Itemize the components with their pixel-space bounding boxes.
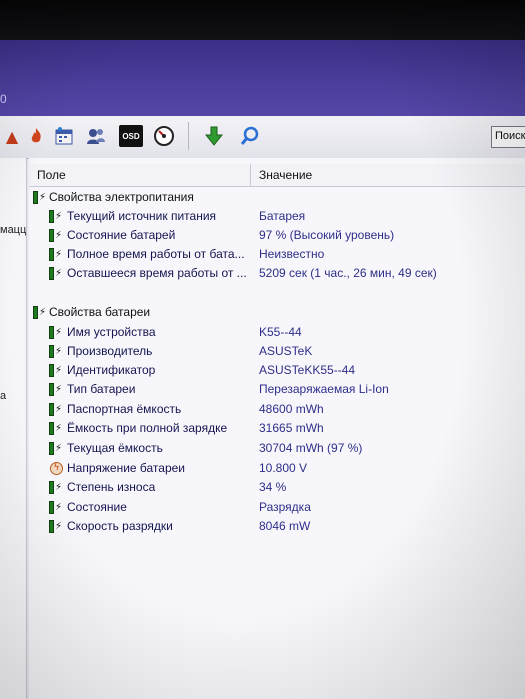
search-button[interactable]: Поиск: [491, 126, 525, 148]
nav-item-partial-2[interactable]: а: [0, 390, 6, 402]
field-label: Оставшееся время работы от ...: [67, 266, 247, 280]
list-item[interactable]: ⚡ Ёмкость при полной зарядке 31665 mWh: [29, 419, 525, 438]
list-item[interactable]: ⚡ Оставшееся время работы от ... 5209 се…: [29, 264, 525, 283]
battery-icon: ⚡: [49, 382, 63, 397]
field-label: Состояние: [67, 500, 127, 514]
field-value: 30704 mWh (97 %): [259, 441, 363, 455]
battery-icon: ⚡: [49, 325, 63, 340]
field-value: 8046 mW: [259, 519, 311, 533]
field-value: Разрядка: [259, 500, 311, 514]
fire-icon[interactable]: ▲: [0, 124, 24, 148]
battery-icon: ⚡: [49, 441, 63, 456]
battery-icon: ⚡: [33, 305, 47, 320]
list-item[interactable]: ⚡ Тип батареи Перезаряжаемая Li-Ion: [29, 380, 525, 399]
field-value: Перезаряжаемая Li-Ion: [259, 382, 389, 396]
field-value: 48600 mWh: [259, 402, 324, 416]
field-label: Текущая ёмкость: [67, 441, 163, 455]
field-label: Состояние батарей: [67, 228, 176, 242]
users-icon[interactable]: [84, 124, 108, 148]
list-item[interactable]: ⚡ Состояние батарей 97 % (Высокий уровен…: [29, 226, 525, 245]
field-label: Идентификатор: [67, 363, 156, 377]
list-header: Поле Значение: [29, 164, 525, 187]
list-item[interactable]: ⚡ Идентификатор ASUSTeKK55--44: [29, 361, 525, 380]
field-value: K55--44: [259, 325, 302, 339]
field-label: Тип батареи: [67, 382, 136, 396]
monitor-bezel: [0, 0, 525, 42]
column-divider[interactable]: [250, 164, 251, 186]
calendar-icon[interactable]: [52, 124, 76, 148]
field-label: Текущий источник питания: [67, 209, 217, 223]
osd-icon[interactable]: OSD: [119, 125, 143, 147]
column-header-value[interactable]: Значение: [259, 168, 312, 182]
battery-icon: ⚡: [49, 421, 63, 436]
field-label: Имя устройства: [67, 325, 156, 339]
field-value: 10.800 V: [259, 461, 308, 475]
field-value: ASUSTeK: [259, 344, 313, 358]
battery-icon: ⚡: [49, 266, 63, 281]
field-value: Батарея: [259, 209, 306, 223]
column-header-field[interactable]: Поле: [37, 168, 66, 182]
list-item[interactable]: ⚡ Текущий источник питания Батарея: [29, 207, 525, 226]
properties-list[interactable]: Поле Значение ⚡ Свойства электропитания …: [29, 158, 525, 699]
gauge-icon[interactable]: [152, 124, 176, 148]
title-text: 0: [0, 92, 7, 106]
list-item[interactable]: ⚡ Скорость разрядки 8046 mW: [29, 517, 525, 536]
toolbar-separator: [188, 122, 189, 150]
battery-icon: ⚡: [49, 247, 63, 262]
field-label: Скорость разрядки: [67, 519, 173, 533]
list-item[interactable]: ϟ Напряжение батареи 10.800 V: [29, 459, 525, 478]
battery-icon: ⚡: [49, 344, 63, 359]
field-label: Паспортная ёмкость: [67, 402, 182, 416]
group-title: Свойства батареи: [49, 305, 151, 319]
screen: 0 ▲ OSD Поиск мацц а Поле Значение ⚡ Сво…: [0, 40, 525, 699]
search-icon[interactable]: [238, 124, 262, 148]
voltage-icon: ϟ: [50, 462, 63, 475]
group-title: Свойства электропитания: [49, 190, 194, 204]
group-row-power-properties[interactable]: ⚡ Свойства электропитания: [29, 188, 525, 207]
list-item[interactable]: ⚡ Полное время работы от бата... Неизвес…: [29, 245, 525, 264]
field-value: ASUSTeKK55--44: [259, 363, 356, 377]
toolbar: ▲ OSD Поиск: [0, 116, 525, 159]
list-item[interactable]: ⚡ Состояние Разрядка: [29, 498, 525, 517]
field-label: Степень износа: [67, 480, 156, 494]
field-label: Напряжение батареи: [67, 461, 186, 475]
field-label: Производитель: [67, 344, 153, 358]
list-item[interactable]: ⚡ Текущая ёмкость 30704 mWh (97 %): [29, 439, 525, 458]
field-value: 97 % (Высокий уровень): [259, 228, 395, 242]
field-value: 31665 mWh: [259, 421, 324, 435]
list-item[interactable]: ⚡ Производитель ASUSTeK: [29, 342, 525, 361]
field-value: 34 %: [259, 480, 287, 494]
battery-icon: ⚡: [49, 402, 63, 417]
field-value: Неизвестно: [259, 247, 325, 261]
battery-icon: ⚡: [49, 228, 63, 243]
battery-icon: ⚡: [33, 190, 47, 205]
battery-icon: ⚡: [49, 500, 63, 515]
group-row-battery-properties[interactable]: ⚡ Свойства батареи: [29, 303, 525, 322]
list-item[interactable]: ⚡ Степень износа 34 %: [29, 478, 525, 497]
nav-item-partial[interactable]: мацц: [0, 224, 26, 236]
battery-icon: ⚡: [49, 519, 63, 534]
field-label: Полное время работы от бата...: [67, 247, 245, 261]
battery-icon: ⚡: [49, 209, 63, 224]
flame-icon[interactable]: [24, 124, 48, 148]
list-item[interactable]: ⚡ Имя устройства K55--44: [29, 323, 525, 342]
field-value: 5209 сек (1 час., 26 мин, 49 сек): [259, 266, 437, 280]
navigation-pane[interactable]: мацц а: [0, 158, 27, 699]
list-item[interactable]: ⚡ Паспортная ёмкость 48600 mWh: [29, 400, 525, 419]
title-bar: 0: [0, 40, 525, 116]
download-arrow-icon[interactable]: [202, 124, 226, 148]
battery-icon: ⚡: [49, 363, 63, 378]
field-label: Ёмкость при полной зарядке: [67, 421, 228, 435]
battery-icon: ⚡: [49, 480, 63, 495]
